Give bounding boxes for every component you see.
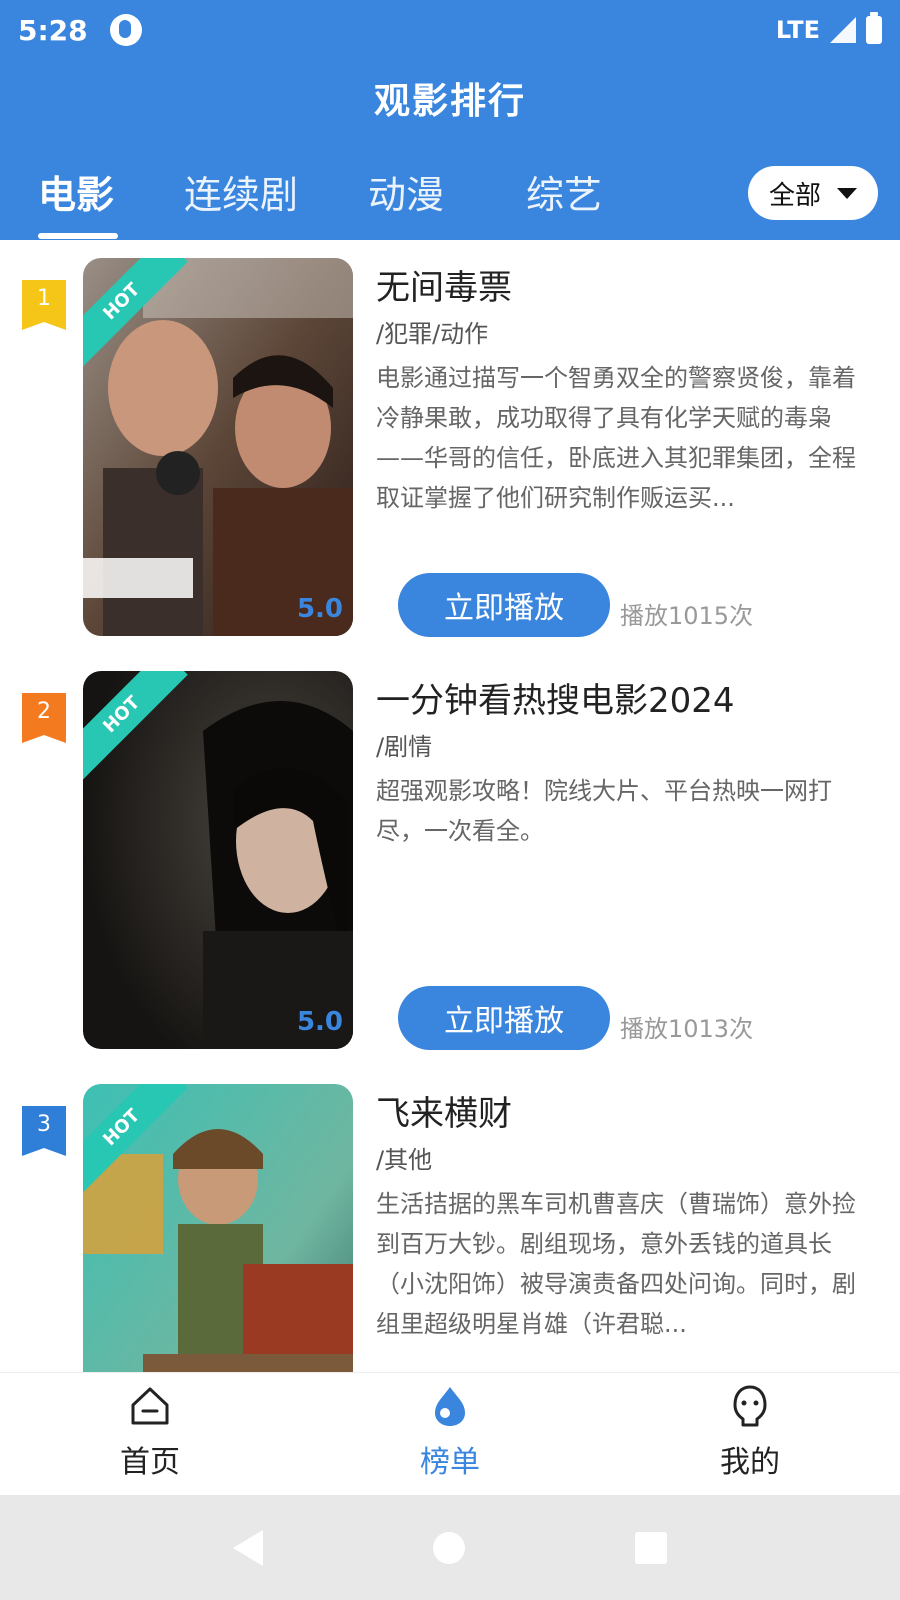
movie-genre: /其他: [376, 1146, 433, 1174]
list-item[interactable]: 2 HOT 5.0 一分钟看热搜电影2024 /剧情 超强观影攻略！院线大片、平…: [0, 653, 900, 1066]
back-icon[interactable]: [233, 1529, 263, 1566]
app-header: 5:28 LTE 观影排行 电影 连续剧 动漫 综艺 全部: [0, 0, 900, 240]
nav-ranking-label: 榜单: [420, 1445, 480, 1480]
status-time: 5:28: [18, 13, 88, 47]
active-tab-indicator: [38, 233, 118, 239]
ranking-list[interactable]: 1 HOT 5.0 无间毒票 /犯罪/动作 电影通过描写一个智勇双全的警察贤俊，…: [0, 240, 900, 1372]
battery-icon: [866, 12, 882, 44]
rank-badge: 3: [22, 1106, 66, 1156]
nav-profile[interactable]: 我的: [650, 1383, 850, 1481]
movie-description: 超强观影攻略！院线大片、平台热映一网打尽，一次看全。: [376, 777, 832, 845]
rank-badge: 1: [22, 280, 66, 330]
play-button[interactable]: 立即播放: [398, 986, 610, 1050]
movie-title[interactable]: 一分钟看热搜电影2024: [376, 673, 735, 722]
movie-description: 生活拮据的黑车司机曹喜庆（曹瑞饰）意外捡到百万大钞。剧组现场，意外丢钱的道具长（…: [376, 1190, 856, 1338]
movie-genre: /犯罪/动作: [376, 320, 489, 348]
rating-score: 5.0: [296, 594, 343, 624]
network-label: LTE: [775, 16, 820, 44]
play-count: 播放1015次: [620, 602, 754, 630]
movie-title[interactable]: 飞来横财: [376, 1086, 512, 1135]
movie-poster[interactable]: HOT 5.0: [83, 671, 353, 1049]
filter-label: 全部: [768, 180, 821, 211]
rank-badge: 2: [22, 693, 66, 743]
status-bar: 5:28 LTE: [18, 10, 882, 50]
system-navigation-bar: [0, 1495, 900, 1600]
home-icon: [131, 1387, 169, 1425]
page-title: 观影排行: [373, 81, 526, 122]
nav-home[interactable]: 首页: [50, 1383, 250, 1481]
rating-score: 5.0: [296, 1007, 343, 1037]
signal-icon: [830, 17, 856, 43]
nav-ranking[interactable]: 榜单: [350, 1383, 550, 1481]
movie-poster[interactable]: HOT 5.0: [83, 258, 353, 636]
tab-movie[interactable]: 电影: [38, 164, 114, 219]
nav-home-label: 首页: [120, 1445, 180, 1480]
category-tabs: 电影 连续剧 动漫 综艺 全部: [0, 160, 900, 240]
play-count: 播放1013次: [620, 1015, 754, 1043]
bottom-navigation: 首页 榜单 我的: [0, 1372, 900, 1496]
profile-icon: [733, 1385, 767, 1427]
tab-variety[interactable]: 综艺: [526, 164, 602, 219]
tab-series[interactable]: 连续剧: [184, 164, 298, 219]
movie-genre: /剧情: [376, 733, 433, 761]
movie-description: 电影通过描写一个智勇双全的警察贤俊，靠着冷静果敢，成功取得了具有化学天赋的毒枭—…: [376, 364, 856, 512]
list-item[interactable]: 1 HOT 5.0 无间毒票 /犯罪/动作 电影通过描写一个智勇双全的警察贤俊，…: [0, 240, 900, 653]
nav-profile-label: 我的: [720, 1445, 780, 1480]
tab-anime[interactable]: 动漫: [368, 164, 444, 219]
play-button[interactable]: 立即播放: [398, 573, 610, 637]
filter-dropdown[interactable]: 全部: [748, 166, 878, 220]
chevron-down-icon: [837, 187, 857, 199]
app-notification-icon: [109, 14, 142, 46]
list-item[interactable]: 3 HOT 飞来横财 /其他 生活拮据的黑车司机曹喜庆（曹瑞饰）意外捡到百万大钞…: [0, 1066, 900, 1372]
movie-title[interactable]: 无间毒票: [376, 260, 512, 309]
home-circle-icon[interactable]: [433, 1531, 465, 1564]
flame-icon: [435, 1387, 465, 1426]
movie-poster[interactable]: HOT: [83, 1084, 353, 1372]
recent-apps-icon[interactable]: [635, 1531, 667, 1564]
